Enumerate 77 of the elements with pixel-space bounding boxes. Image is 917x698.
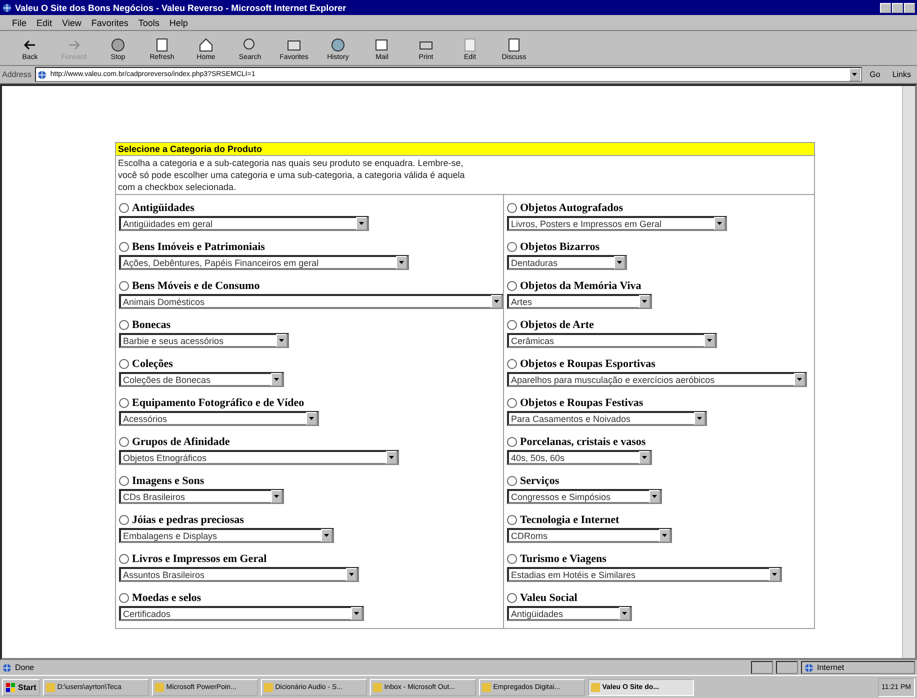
category-radio[interactable]: Moedas e selos: [119, 592, 500, 604]
subcategory-select[interactable]: Barbie e seus acessórios: [119, 333, 289, 348]
subcategory-select[interactable]: Livros, Posters e Impressos em Geral: [507, 216, 727, 231]
category-radio[interactable]: Valeu Social: [507, 592, 811, 604]
category-radio[interactable]: Objetos e Roupas Esportivas: [507, 358, 811, 370]
category-radio[interactable]: Livros e Impressos em Geral: [119, 553, 500, 565]
form-title: Selecione a Categoria do Produto: [116, 143, 814, 156]
subcategory-select[interactable]: Para Casamentos e Noivados: [507, 411, 707, 426]
subcategory-select[interactable]: Animais Domésticos: [119, 294, 504, 309]
app-icon: [155, 682, 164, 692]
menu-item[interactable]: View: [62, 18, 82, 28]
category-radio[interactable]: Bens Imóveis e Patrimoniais: [119, 241, 500, 253]
address-label: Address: [2, 70, 32, 79]
category-radio[interactable]: Jóias e pedras preciosas: [119, 514, 500, 526]
app-icon: [264, 682, 274, 692]
subcategory-select[interactable]: CDs Brasileiros: [119, 489, 284, 504]
category-radio[interactable]: Objetos Autografados: [507, 202, 811, 214]
subcategory-select[interactable]: Embalagens e Displays: [119, 528, 334, 543]
subcategory-select[interactable]: Estadias em Hotéis e Similares: [507, 567, 782, 582]
category-radio[interactable]: Antigüidades: [119, 202, 500, 214]
instruction-text: com a checkbox selecionada.: [118, 181, 238, 193]
subcategory-select[interactable]: Congressos e Simpósios: [507, 489, 662, 504]
category-radio[interactable]: Equipamento Fotográfico e de Vídeo: [119, 397, 500, 409]
home-icon: [197, 36, 215, 54]
category-radio[interactable]: Porcelanas, cristais e vasos: [507, 436, 811, 448]
subcategory-select[interactable]: Objetos Etnográficos: [119, 450, 399, 465]
page-icon: [2, 662, 12, 672]
page-icon: [37, 70, 48, 80]
go-button[interactable]: Go: [866, 70, 884, 79]
menu-item[interactable]: File: [12, 18, 27, 28]
app-icon: [591, 682, 600, 692]
category-radio[interactable]: Imagens e Sons: [119, 475, 500, 487]
category-radio[interactable]: Tecnologia e Internet: [507, 514, 811, 526]
menu-item[interactable]: Help: [169, 18, 188, 28]
subcategory-select[interactable]: Assuntos Brasileiros: [119, 567, 359, 582]
instruction-text: Escolha a categoria e a sub-categoria nas quais seu produto se enquadra. Lembre-se,: [118, 157, 464, 169]
subcategory-select[interactable]: Dentaduras: [507, 255, 627, 270]
globe-icon: [804, 662, 814, 672]
menu-item[interactable]: Tools: [138, 18, 160, 28]
category-radio[interactable]: Objetos da Memória Viva: [507, 280, 811, 292]
category-radio[interactable]: Turismo e Viagens: [507, 553, 811, 565]
menu-item[interactable]: Favorites: [91, 18, 128, 28]
category-radio[interactable]: Grupos de Afinidade: [119, 436, 500, 448]
subcategory-select[interactable]: Certificados: [119, 606, 364, 621]
app-icon: [482, 682, 492, 692]
category-radio[interactable]: Objetos Bizarros: [507, 241, 811, 253]
subcategory-select[interactable]: Coleções de Bonecas: [119, 372, 284, 387]
close-button[interactable]: [904, 2, 915, 12]
start-button[interactable]: Start: [2, 678, 40, 696]
category-radio[interactable]: Objetos e Roupas Festivas: [507, 397, 811, 409]
window-title: Valeu O Site dos Bons Negócios - Valeu Reverso - Microsoft Internet Explorer: [15, 2, 348, 12]
instruction-text: você só pode escolher uma categoria e uma sub-categoria, a categoria válida é aquela: [118, 169, 466, 181]
minimize-button[interactable]: [880, 2, 891, 12]
scrollbar[interactable]: [902, 86, 915, 658]
browser-icon: [2, 2, 12, 12]
subcategory-select[interactable]: Cerâmicas: [507, 333, 717, 348]
subcategory-select[interactable]: Antigüidades: [507, 606, 632, 621]
category-radio[interactable]: Objetos de Arte: [507, 319, 811, 331]
app-icon: [46, 682, 56, 692]
category-radio[interactable]: Bens Móveis e de Consumo: [119, 280, 500, 292]
subcategory-select[interactable]: Aparelhos para musculação e exercícios aeróbicos: [507, 372, 807, 387]
subcategory-select[interactable]: Artes: [507, 294, 652, 309]
category-radio[interactable]: Serviços: [507, 475, 811, 487]
links-button[interactable]: Links: [888, 70, 915, 79]
category-radio[interactable]: Bonecas: [119, 319, 500, 331]
category-radio[interactable]: Coleções: [119, 358, 500, 370]
maximize-button[interactable]: [892, 2, 903, 12]
subcategory-select[interactable]: Acessórios: [119, 411, 319, 426]
app-icon: [373, 682, 382, 692]
zone-indicator: Internet: [801, 661, 915, 674]
windows-logo-icon: [6, 682, 16, 692]
subcategory-select[interactable]: CDRoms: [507, 528, 672, 543]
menu-item[interactable]: Edit: [36, 18, 52, 28]
subcategory-select[interactable]: Ações, Debêntures, Papéis Financeiros em geral: [119, 255, 409, 270]
subcategory-select[interactable]: 40s, 50s, 60s: [507, 450, 652, 465]
subcategory-select[interactable]: Antigüidades em geral: [119, 216, 369, 231]
status-text: Done: [15, 663, 36, 672]
